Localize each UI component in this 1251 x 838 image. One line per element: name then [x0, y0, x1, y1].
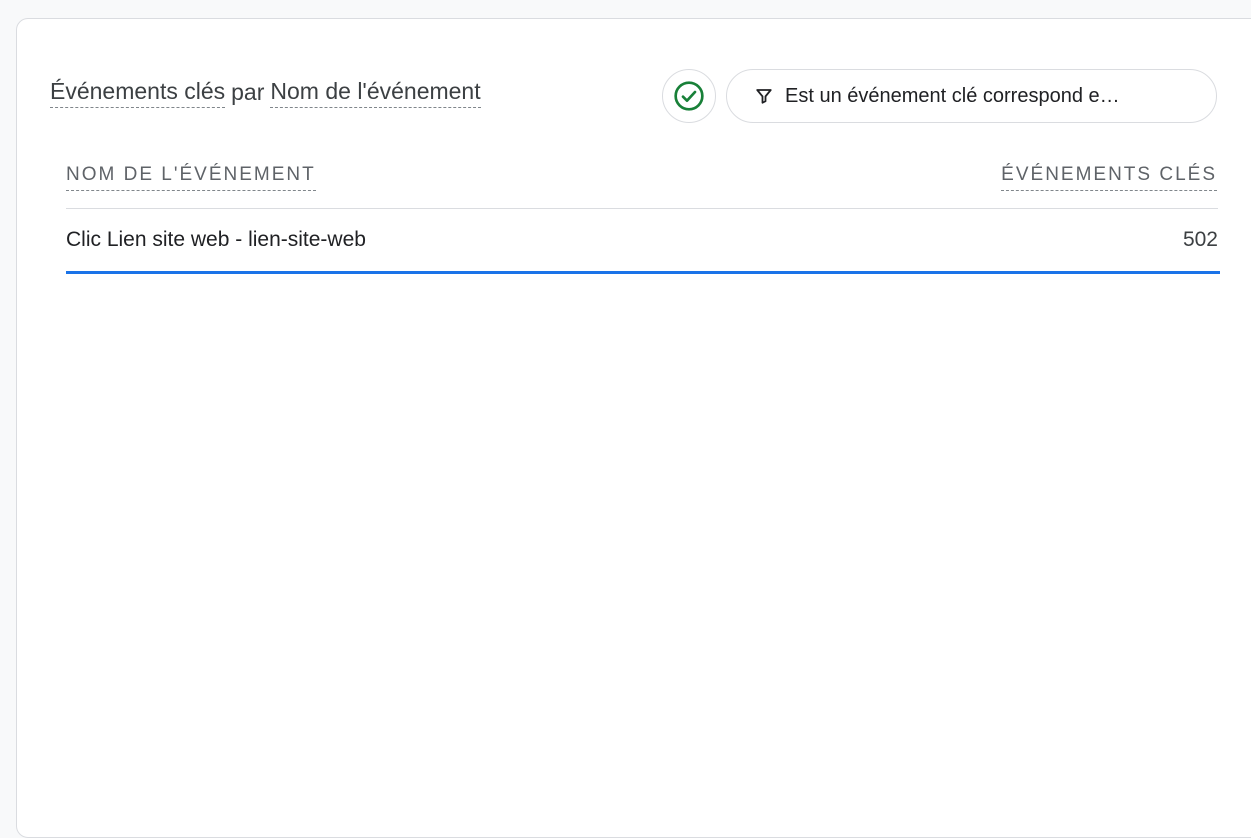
check-circle-icon [674, 81, 704, 111]
filter-chip[interactable]: Est un événement clé correspond e… [726, 69, 1217, 123]
header-divider [66, 208, 1218, 209]
status-button[interactable] [662, 69, 716, 123]
event-name-cell: Clic Lien site web - lien-site-web [66, 228, 366, 251]
title-connector: par [231, 79, 265, 105]
filter-label: Est un événement clé correspond e… [785, 84, 1120, 107]
table-row[interactable]: Clic Lien site web - lien-site-web 502 [66, 210, 1220, 274]
key-events-cell: 502 [1182, 228, 1218, 251]
filter-icon [755, 87, 773, 105]
column-header-key-events[interactable]: ÉVÉNEMENTS CLÉS [1001, 162, 1217, 191]
dimension-selector[interactable]: Nom de l'événement [270, 77, 481, 108]
metric-selector[interactable]: Événements clés [50, 77, 226, 108]
card-title: Événements clés par Nom de l'événement [50, 72, 481, 112]
column-header-event-name[interactable]: NOM DE L'ÉVÉNEMENT [66, 162, 316, 191]
report-card [16, 18, 1251, 838]
